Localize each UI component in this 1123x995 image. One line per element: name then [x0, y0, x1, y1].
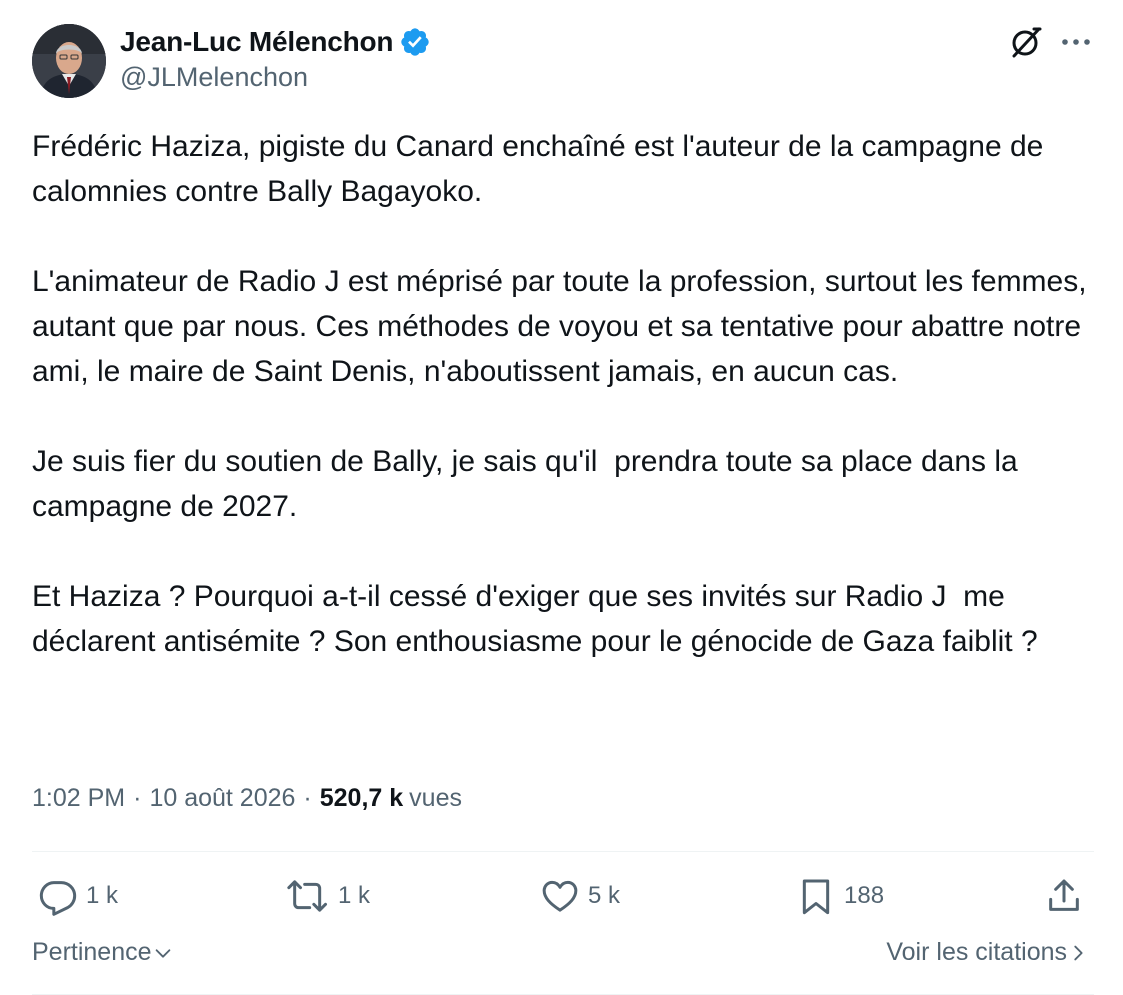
sort-label: Pertinence [32, 938, 152, 966]
avatar-image [32, 24, 106, 98]
tweet-date[interactable]: 10 août 2026 [149, 784, 295, 813]
heart-icon [542, 880, 578, 912]
meta-separator: · [303, 784, 312, 812]
view-quotes-link[interactable]: Voir les citations [886, 938, 1089, 967]
views-label: vues [409, 784, 462, 812]
tweet-time[interactable]: 1:02 PM [32, 784, 125, 813]
like-button[interactable]: 5 k [540, 874, 620, 918]
sort-dropdown[interactable]: Pertinence [32, 938, 174, 967]
reply-count: 1 k [86, 882, 119, 909]
reply-icon [39, 881, 77, 916]
retweet-count: 1 k [338, 882, 371, 909]
tweet-text: Frédéric Haziza, pigiste du Canard encha… [32, 124, 1100, 664]
author-name-row: Jean-Luc Mélenchon [120, 24, 431, 60]
views-count[interactable]: 520,7 k [320, 784, 403, 813]
quotes-label: Voir les citations [886, 938, 1067, 966]
reply-button[interactable]: 1 k [38, 874, 118, 918]
share-icon [1049, 879, 1079, 911]
bookmark-icon [802, 879, 830, 915]
like-count: 5 k [588, 882, 621, 909]
verified-badge-icon[interactable] [399, 26, 431, 58]
chevron-down-icon [155, 948, 170, 958]
chevron-right-icon [1074, 945, 1083, 960]
bookmark-button[interactable]: 188 [796, 874, 884, 918]
tweet-paragraph: Et Haziza ? Pourquoi a-t-il cessé d'exig… [32, 580, 1038, 658]
avatar[interactable] [32, 24, 106, 98]
bookmark-count: 188 [844, 882, 885, 909]
retweet-button[interactable]: 1 k [286, 874, 370, 918]
more-icon[interactable] [1056, 22, 1096, 62]
author-display-name[interactable]: Jean-Luc Mélenchon [120, 26, 394, 58]
tweet-meta: 1:02 PM · 10 août 2026 · 520,7 k vues [32, 784, 462, 813]
divider [32, 851, 1094, 852]
tweet-paragraph: L'animateur de Radio J est méprisé par t… [32, 265, 1095, 388]
tweet-detail: Jean-Luc Mélenchon @JLMelenchon Frédéric… [0, 0, 1123, 995]
grok-icon[interactable] [1006, 22, 1046, 62]
share-button[interactable] [1044, 874, 1084, 918]
author-handle[interactable]: @JLMelenchon [120, 62, 308, 93]
tweet-paragraph: Je suis fier du soutien de Bally, je sai… [32, 445, 1027, 523]
retweet-icon [287, 880, 327, 912]
tweet-paragraph: Frédéric Haziza, pigiste du Canard encha… [32, 130, 1052, 208]
meta-separator: · [133, 784, 142, 812]
